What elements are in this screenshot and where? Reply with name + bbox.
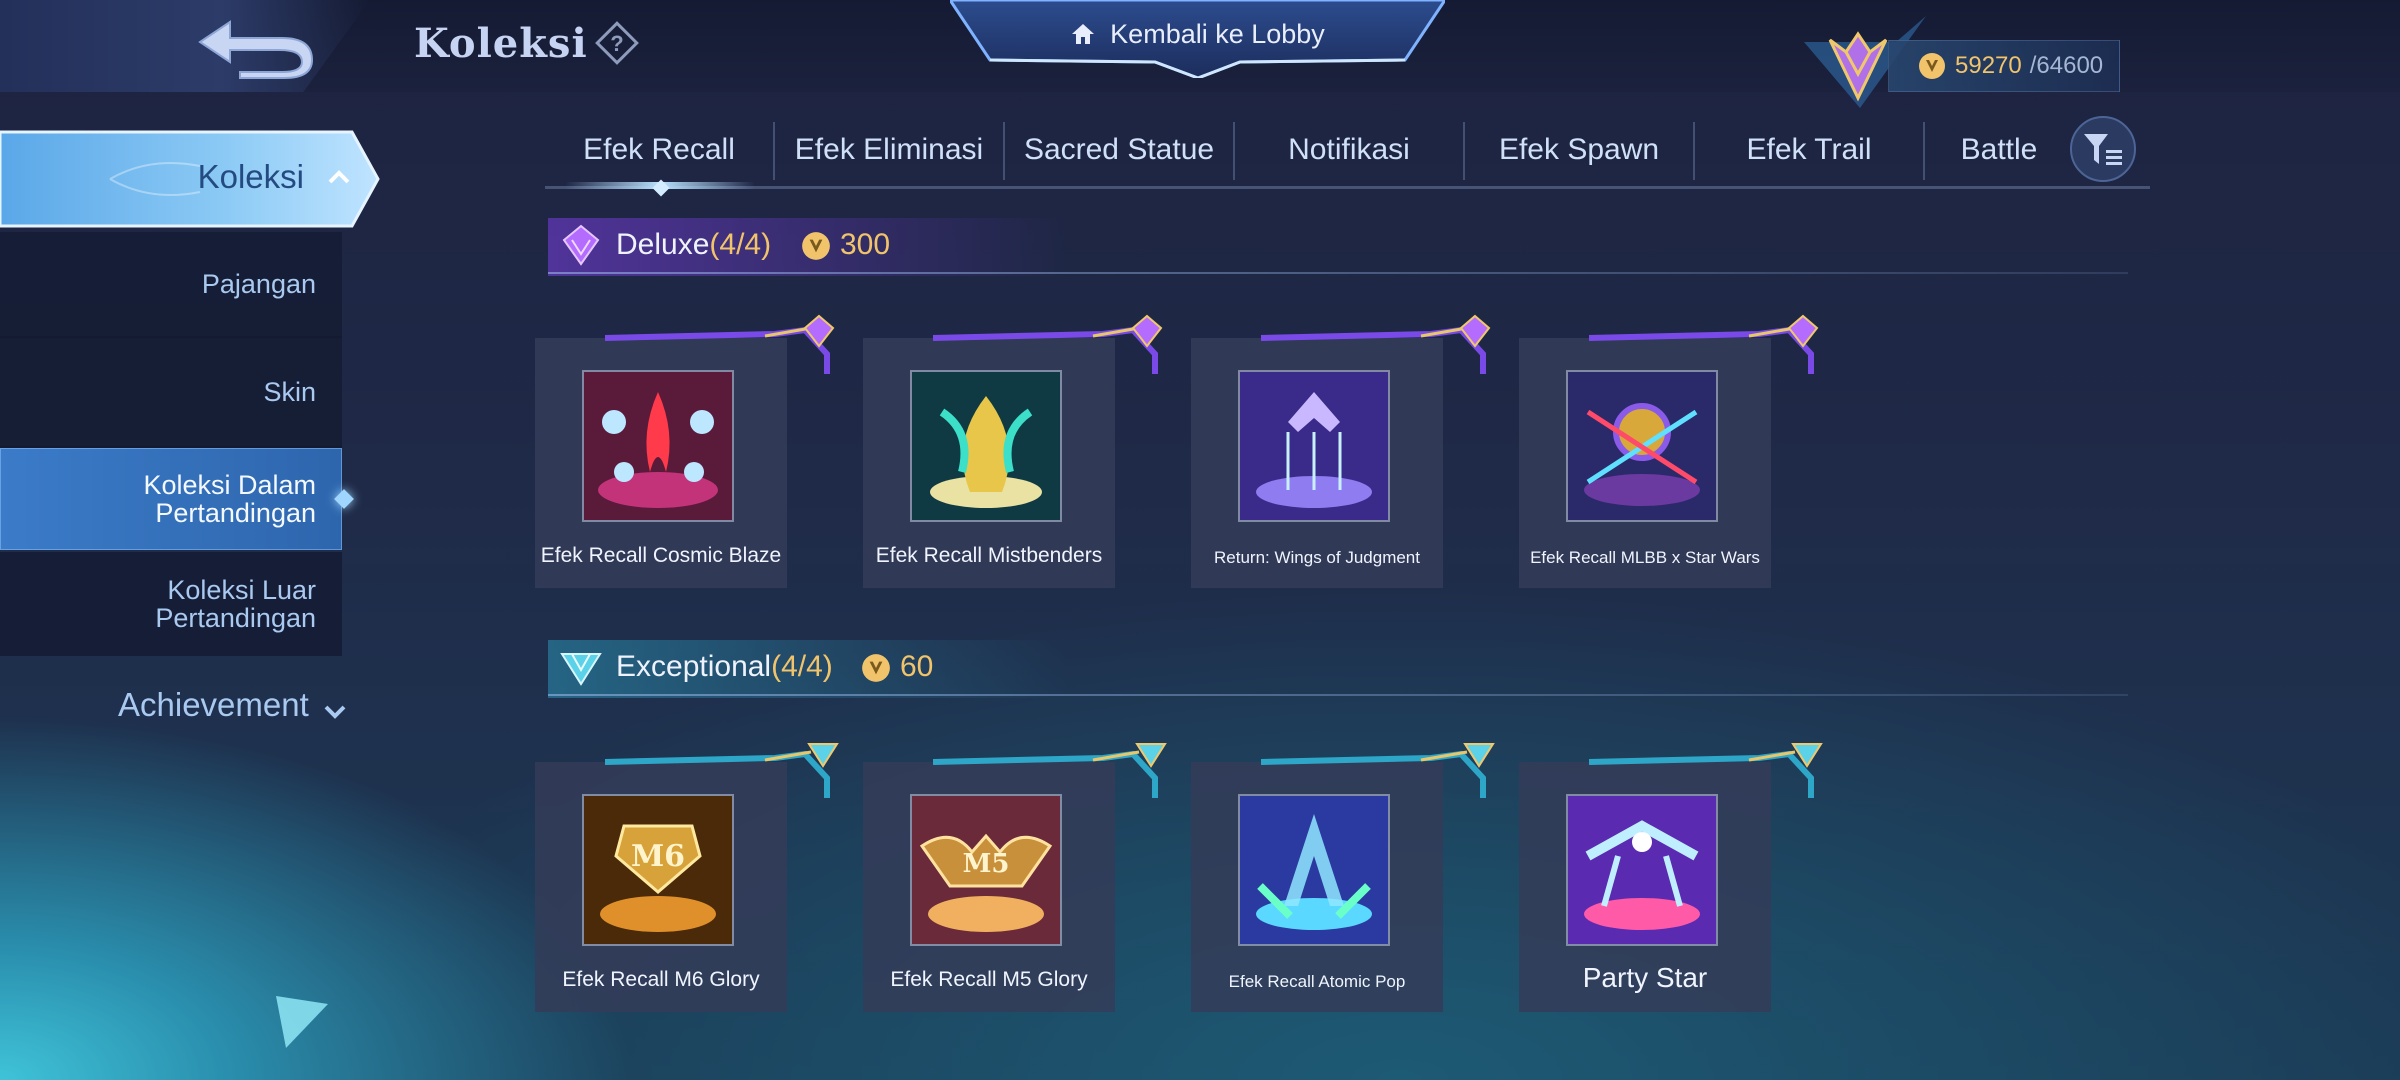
tab-efek-trail[interactable]: Efek Trail bbox=[1695, 112, 1923, 188]
collection-coin-icon bbox=[1917, 51, 1947, 81]
page-title: Koleksi bbox=[414, 20, 588, 67]
collection-points-value: 59270 bbox=[1955, 52, 2022, 79]
exceptional-tier-icon bbox=[558, 644, 604, 690]
back-arrow-icon[interactable] bbox=[190, 12, 320, 80]
tab-label: Efek Eliminasi bbox=[794, 133, 984, 166]
tab-label: Efek Trail bbox=[1746, 133, 1872, 166]
exceptional-card-corner-icon bbox=[1261, 743, 1495, 798]
filter-icon[interactable] bbox=[2068, 114, 2138, 184]
collection-coin-icon bbox=[860, 652, 890, 682]
item-name: Return: Wings of Judgment bbox=[1214, 548, 1420, 567]
wings-of-judgment-thumbnail bbox=[1238, 370, 1390, 522]
tab-battle[interactable]: Battle bbox=[1925, 112, 2073, 188]
svg-text:M5: M5 bbox=[963, 849, 1010, 879]
item-card[interactable]: Efek Recall MLBB x Star Wars bbox=[1519, 314, 1819, 588]
sidebar-item-koleksi-luar-pertandingan[interactable]: Koleksi Luar Pertandingan bbox=[0, 552, 342, 656]
sidebar-item-koleksi-dalam-pertandingan[interactable]: Koleksi Dalam Pertandingan bbox=[0, 448, 342, 550]
deluxe-tier-title: Deluxe(4/4) bbox=[616, 228, 771, 262]
collection-points-max: /64600 bbox=[2029, 52, 2104, 79]
tab-efek-eliminasi[interactable]: Efek Eliminasi bbox=[775, 112, 1003, 188]
tab-label: Notifikasi bbox=[1288, 133, 1410, 166]
item-name: Party Star bbox=[1582, 962, 1708, 993]
tab-notifikasi[interactable]: Notifikasi bbox=[1235, 112, 1463, 188]
price-value: 300 bbox=[840, 228, 891, 261]
collection-coin-icon bbox=[800, 230, 830, 260]
tab-efek-recall[interactable]: Efek Recall bbox=[545, 112, 773, 188]
item-name: Efek Recall Cosmic Blaze bbox=[540, 544, 782, 567]
tier-count: (4/4) bbox=[709, 228, 772, 261]
deluxe-card-corner-icon bbox=[605, 314, 835, 374]
m6-glory-thumbnail: M6 bbox=[582, 794, 734, 946]
item-card[interactable]: Return: Wings of Judgment bbox=[1191, 314, 1491, 588]
exceptional-card-corner-icon bbox=[605, 743, 839, 798]
item-name: Efek Recall Atomic Pop bbox=[1228, 972, 1406, 991]
section-header-exceptional: Exceptional(4/4) 60 bbox=[548, 640, 2128, 700]
price-value: 60 bbox=[900, 650, 934, 683]
tab-label: Efek Recall bbox=[583, 133, 735, 166]
lobby-button-label: Kembali ke Lobby bbox=[1110, 18, 1325, 49]
decorative-triangle-icon bbox=[272, 994, 332, 1050]
item-name: Efek Recall Mistbenders bbox=[875, 544, 1103, 567]
sidebar-item-label: Skin bbox=[263, 377, 316, 407]
item-card[interactable]: Party Star bbox=[1519, 743, 1823, 1012]
tab-efek-spawn[interactable]: Efek Spawn bbox=[1465, 112, 1693, 188]
exceptional-price: 60 bbox=[860, 650, 933, 684]
item-card[interactable]: Efek Recall Mistbenders bbox=[863, 314, 1163, 588]
svg-text:M6: M6 bbox=[631, 839, 685, 874]
tab-label: Battle bbox=[1960, 133, 2038, 166]
sidebar-item-skin[interactable]: Skin bbox=[0, 338, 342, 446]
star-wars-thumbnail bbox=[1566, 370, 1718, 522]
chevron-down-icon bbox=[323, 693, 347, 719]
atomic-pop-thumbnail bbox=[1238, 794, 1390, 946]
help-icon[interactable]: ? bbox=[594, 20, 640, 66]
tab-underline bbox=[545, 186, 2150, 189]
tab-label: Efek Spawn bbox=[1498, 133, 1660, 166]
item-card[interactable]: Efek Recall Atomic Pop bbox=[1191, 743, 1495, 1012]
svg-text:?: ? bbox=[610, 31, 623, 56]
deluxe-tier-icon bbox=[558, 222, 604, 268]
item-card[interactable]: Efek Recall Cosmic Blaze bbox=[535, 314, 835, 588]
tier-count: (4/4) bbox=[771, 650, 833, 683]
deluxe-card-corner-icon bbox=[933, 314, 1163, 374]
tab-sacred-statue[interactable]: Sacred Statue bbox=[1005, 112, 1233, 188]
tier-name: Exceptional bbox=[616, 650, 772, 683]
sidebar-achievement-button[interactable]: Achievement bbox=[118, 686, 347, 724]
sidebar-item-label: Koleksi Luar Pertandingan bbox=[155, 575, 316, 633]
sidebar-koleksi-label: Koleksi bbox=[197, 158, 304, 195]
category-tabs: Efek Recall Efek Eliminasi Sacred Statue… bbox=[545, 112, 2150, 197]
deluxe-card-corner-icon bbox=[1589, 314, 1819, 374]
mistbenders-thumbnail bbox=[910, 370, 1062, 522]
item-name: Efek Recall M6 Glory bbox=[562, 968, 760, 991]
item-name: Efek Recall MLBB x Star Wars bbox=[1530, 548, 1760, 567]
item-card[interactable]: M5 Efek Recall M5 Glory bbox=[863, 743, 1167, 1012]
lobby-button[interactable]: Kembali ke Lobby bbox=[990, 8, 1405, 60]
exceptional-card-corner-icon bbox=[933, 743, 1167, 798]
section-divider bbox=[548, 694, 2128, 696]
m5-glory-thumbnail: M5 bbox=[910, 794, 1062, 946]
item-card[interactable]: M6 Efek Recall M6 Glory bbox=[535, 743, 839, 1012]
section-divider bbox=[548, 272, 2128, 274]
sidebar-item-label: Pajangan bbox=[201, 269, 316, 299]
collection-points-display: 59270/64600 bbox=[1888, 40, 2120, 92]
cosmic-blaze-thumbnail bbox=[582, 370, 734, 522]
party-star-thumbnail bbox=[1566, 794, 1718, 946]
sidebar-item-label: Koleksi Dalam Pertandingan bbox=[143, 470, 316, 528]
sidebar-item-pajangan[interactable]: Pajangan bbox=[0, 232, 342, 336]
tab-label: Sacred Statue bbox=[1023, 133, 1215, 166]
exceptional-tier-title: Exceptional(4/4) bbox=[616, 650, 833, 684]
item-name: Efek Recall M5 Glory bbox=[890, 968, 1088, 991]
deluxe-price: 300 bbox=[800, 228, 890, 262]
home-icon bbox=[1070, 21, 1096, 47]
section-header-deluxe: Deluxe(4/4) 300 bbox=[548, 218, 2128, 278]
sidebar-koleksi-button[interactable]: Koleksi bbox=[0, 126, 382, 232]
exceptional-card-corner-icon bbox=[1589, 743, 1823, 798]
achievement-label: Achievement bbox=[118, 686, 309, 723]
tier-name: Deluxe bbox=[616, 228, 710, 261]
chevron-up-icon bbox=[326, 164, 352, 190]
deluxe-card-corner-icon bbox=[1261, 314, 1491, 374]
